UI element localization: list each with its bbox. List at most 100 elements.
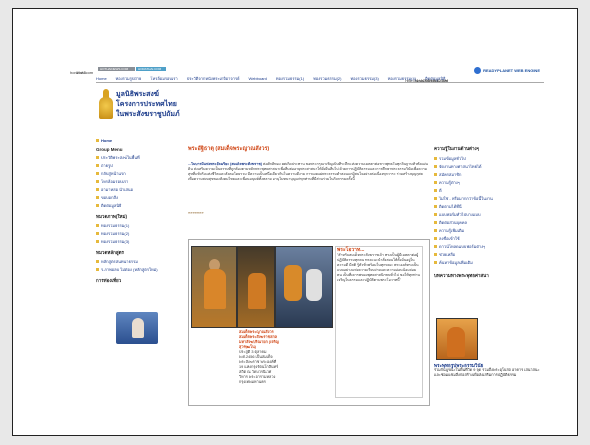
brand-text: READYPLANET WEB ENGINE (483, 68, 540, 73)
sidebar-item-label: ทองรวมธรรม(2) (101, 231, 130, 236)
main-content: พระอัฐิธาตุ (สมเด็จพระญาณสังวร) ...ในบาร… (188, 145, 428, 215)
section-title: พระอัฐิธาตุ (สมเด็จพระญาณสังวร) (188, 146, 270, 152)
sidebar-item[interactable]: ทองรวมธรรม(1) (96, 222, 176, 229)
right-item-label: ติดต่อส่วนบุคคล (439, 220, 467, 225)
right-item[interactable]: รวมข้อมูลทั่วไป (434, 155, 544, 162)
nav-item[interactable]: โหรล้อมรอบเรา (150, 75, 177, 82)
site-title-line: ในพระสังฆราชูปถัมภ์ (116, 111, 180, 118)
right-item-label: ความรู้ต่างๆ (439, 180, 460, 185)
right-item[interactable]: ความรู้เพิ่มเติม (434, 227, 544, 234)
sidebar-home[interactable]: Home (96, 138, 176, 143)
right-section-heading: บทความทางพระพุทธศาสนา (434, 273, 489, 278)
right-item-label: ดี (439, 188, 442, 193)
right-item[interactable]: ลงชื่อเข้าใช้ (434, 235, 544, 242)
sidebar-item[interactable]: อามาหล่อ นำเสนอ (96, 186, 176, 193)
left-sidebar: Home Group Menu ประวัติพระสงฆ์ในพื้นที่ … (96, 137, 176, 286)
right-item-label: ค้นหาข้อมูลเพิ่มเติม (439, 260, 473, 265)
nav-item[interactable]: Webboard (249, 76, 267, 81)
article-lead: ...ในบารมีแห่งพระอัจฉริยะ (สมเด็จพระสังฆ… (188, 162, 263, 166)
photo-panel: สมเด็จพระญาณสังวร สมเด็จพระสังฆราชสกลมหา… (188, 239, 430, 406)
nav-item[interactable]: ประวัติจากหนังพระเกจิอาจารย์ (187, 75, 240, 82)
caption-title: สมเด็จพระญาณสังวร สมเด็จพระสังฆราชสกลมหา… (239, 330, 279, 349)
bullet-icon (96, 188, 99, 191)
nav-item[interactable]: ทองรวมธรรม(1) (276, 75, 304, 82)
bullet-icon (434, 237, 437, 240)
bullet-icon (434, 173, 437, 176)
right-item-label: สมัครสมาชิก (439, 172, 462, 177)
sidebar-home-label: Home (101, 138, 113, 143)
section-heading: หมวดหลักสูตร (96, 250, 124, 255)
right-item[interactable]: แบบฟอร์มทั่วไปบางแบบ (434, 211, 544, 218)
bullet-icon (434, 253, 437, 256)
sidebar-item[interactable]: ขอบอกสิ่ง (96, 194, 176, 201)
right-item[interactable]: จัดงานทางศาสนาไทยได้ (434, 163, 544, 170)
right-item[interactable]: สมัครสมาชิก (434, 171, 544, 178)
bullet-icon (434, 245, 437, 248)
print-footer-right: 11/4/2009 8:12 AM (414, 78, 448, 83)
sidebar-item-label: กลับสู่หน้าแรก (101, 171, 126, 176)
logo-body (99, 97, 113, 119)
sidebar-item-label: ติดต่อมูลนิธิ (101, 203, 122, 208)
ceremony-photo[interactable] (275, 246, 333, 328)
right-photo-text: ร่วมกันบูรณะในพื้นที่วัด 9 จุด รวมถึงพระ… (434, 368, 540, 377)
right-item[interactable]: ไม่ใช่ - หรือมากกว่าข้อนี้ในงาน (434, 195, 544, 202)
right-heading: ความรู้ในงานด้านต่างๆ (434, 146, 480, 151)
right-item[interactable]: ติดต่อส่วนบุคคล (434, 219, 544, 226)
sidebar-item[interactable]: ร.ภาพอลบ ไม่ต่อง (หลักสูตรใหม่) (96, 266, 176, 273)
right-item-label: ดาวน์โหลดแบบฟอร์มต่างๆ (439, 244, 486, 249)
site-title-line: โครงการประทศไทย (116, 101, 177, 108)
sidebar-item-label: ขอบอกสิ่ง (101, 195, 118, 200)
right-photo-caption: พระพุทธรูปพระธรรมวินัย ร่วมกันบูรณะในพื้… (434, 363, 544, 378)
bullet-icon (96, 172, 99, 175)
read-more-dots[interactable]: »»»»»»» (188, 210, 428, 215)
right-item[interactable]: ดี (434, 187, 544, 194)
sidebar-item[interactable]: กลับสู่หน้าแรก (96, 170, 176, 177)
sidebar-item-label: ทองรวมธรรม(3) (101, 239, 130, 244)
monk-robe (248, 273, 266, 309)
monk-figure (284, 265, 302, 301)
right-item[interactable]: ช่วยเหลือ (434, 251, 544, 258)
bullet-icon (434, 165, 437, 168)
monk-robe (447, 327, 465, 357)
bullet-icon (96, 180, 99, 183)
nav-item[interactable]: Home (96, 76, 107, 81)
person-figure (306, 269, 322, 301)
bullet-icon (434, 205, 437, 208)
caption-text: ประสูติ 3 ตุลาคม พ.ศ.2456 เป็นสมเด็จพระส… (239, 350, 279, 384)
bullet-icon (434, 221, 437, 224)
right-item[interactable]: ติดตามได้ที่นี่ (434, 203, 544, 210)
right-item-label: ช่วยเหลือ (439, 252, 456, 257)
sidebar-item[interactable]: ทองรวมธรรม(2) (96, 230, 176, 237)
bullet-icon (434, 157, 437, 160)
nav-item[interactable]: ทองรวมรูปถ่าย (116, 75, 142, 82)
monk-photo[interactable] (237, 246, 275, 328)
sidebar-item[interactable]: ติดต่อมูลนิธิ (96, 202, 176, 209)
bullet-icon (434, 197, 437, 200)
monk-photo[interactable] (191, 246, 237, 328)
right-item[interactable]: ดาวน์โหลดแบบฟอร์มต่างๆ (434, 243, 544, 250)
sidebar-item[interactable]: ประวัติพระสงฆ์ในพื้นที่ (96, 154, 176, 161)
right-item[interactable]: ค้นหาข้อมูลเพิ่มเติม (434, 259, 544, 266)
right-photo[interactable] (436, 318, 478, 360)
sidebar-item[interactable]: ถ่ายรูป (96, 162, 176, 169)
right-item-label: ไม่ใช่ - หรือมากกว่าข้อนี้ในงาน (439, 196, 493, 201)
sidebar-item[interactable]: ทองรวมธรรม(3) (96, 238, 176, 245)
bullet-icon (96, 240, 99, 243)
right-item-label: ติดตามได้ที่นี่ (439, 204, 462, 209)
quote-box: พระโอวาท... "สำหรับสมเด็จพระสังฆราชเจ้า … (335, 246, 423, 398)
right-item-label: รวมข้อมูลทั่วไป (439, 156, 466, 161)
sidebar-item-label: โหรล้อมรอบเรา (101, 179, 129, 184)
bullet-icon (434, 229, 437, 232)
right-item-label: แบบฟอร์มทั่วไปบางแบบ (439, 212, 481, 217)
bullet-icon (96, 268, 99, 271)
sidebar-item[interactable]: หลักสูตรสนทนาธรรม (96, 258, 176, 265)
quote-text: "สำหรับสมเด็จพระสังฆราชเจ้า ทรงเป็นผู้มี… (337, 253, 420, 282)
site-title: มูลนิธิพระสงฆ์ โครงการประทศไทย ในพระสังฆ… (116, 90, 180, 120)
contact-photo (116, 312, 158, 344)
sidebar-item-label: อามาหล่อ นำเสนอ (101, 187, 134, 192)
person-figure (132, 318, 144, 338)
bullet-icon (96, 156, 99, 159)
sidebar-item-label: ประวัติพระสงฆ์ในพื้นที่ (101, 155, 140, 160)
right-item[interactable]: ความรู้ต่างๆ (434, 179, 544, 186)
sidebar-item[interactable]: โหรล้อมรอบเรา (96, 178, 176, 185)
